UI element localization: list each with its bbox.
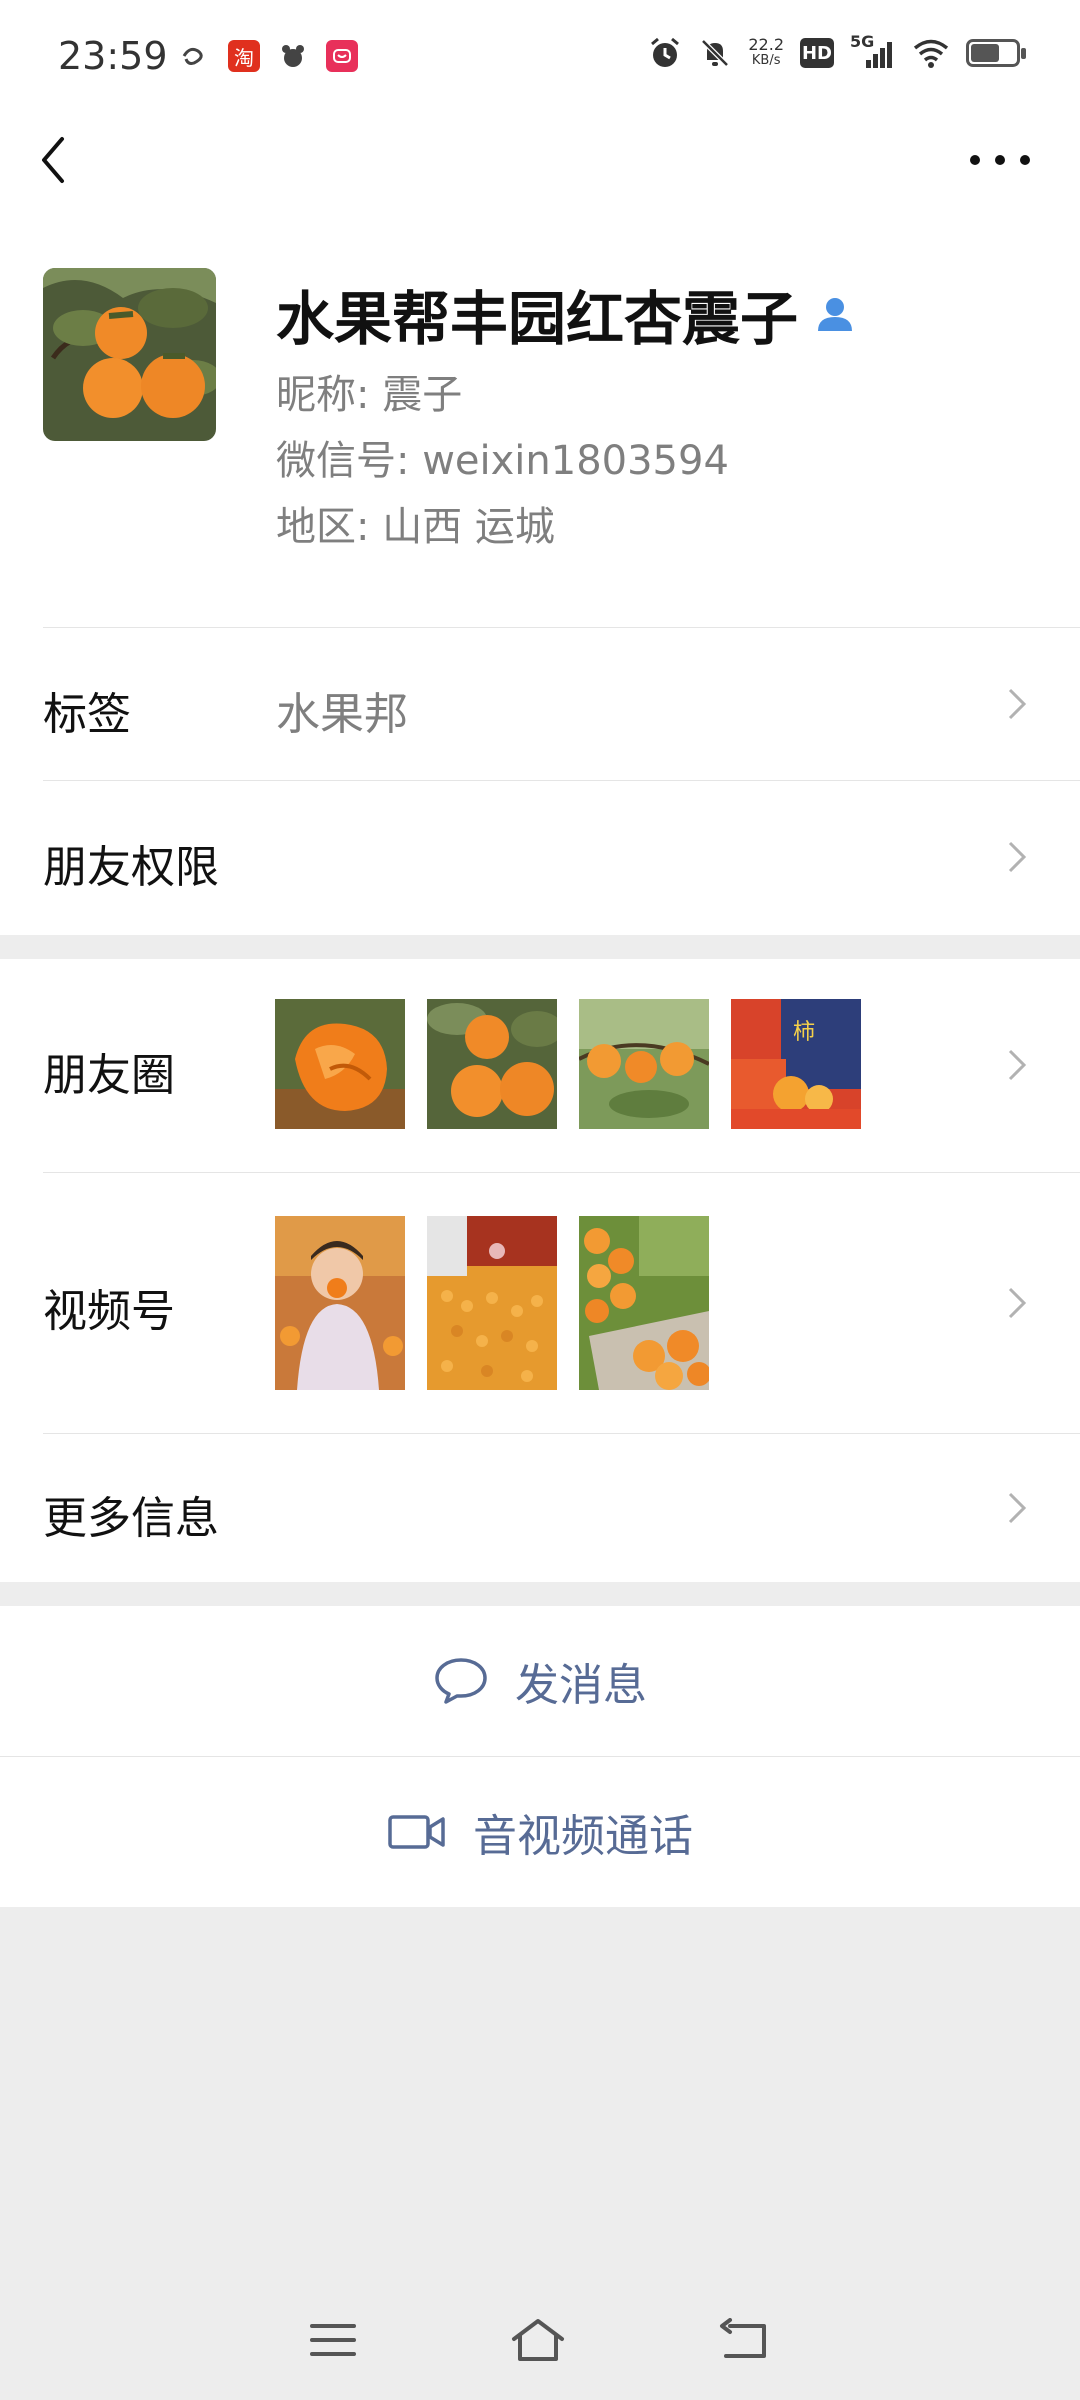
channel-video-thumbnail <box>427 1216 557 1390</box>
system-navigation-bar <box>0 2280 1080 2400</box>
verified-person-icon <box>818 298 853 331</box>
moments-label: 朋友圈 <box>43 1050 175 1101</box>
chevron-right-icon <box>1008 1287 1027 1319</box>
region: 地区: 山西 运城 <box>276 504 555 550</box>
moments-thumbnails: 柿 <box>275 999 861 1129</box>
friend-permissions-row[interactable]: 朋友权限 <box>0 781 1080 933</box>
shopping-app-icon <box>326 40 358 72</box>
svg-text:柿: 柿 <box>793 1020 815 1045</box>
send-message-button[interactable]: 发消息 <box>0 1606 1080 1756</box>
mute-bell-icon <box>701 39 730 67</box>
more-options-icon[interactable] <box>970 140 1030 180</box>
dot <box>970 155 980 165</box>
send-message-label: 发消息 <box>515 1660 647 1711</box>
swirl-app-icon <box>182 47 203 65</box>
tags-value: 水果邦 <box>276 689 408 740</box>
tags-row[interactable]: 标签 水果邦 <box>0 628 1080 780</box>
notification-icons: 淘 <box>180 40 358 72</box>
moments-photo: 柿 <box>731 999 861 1129</box>
more-info-label: 更多信息 <box>43 1493 219 1544</box>
status-time: 23:59 <box>58 34 168 78</box>
friend-permissions-label: 朋友权限 <box>43 842 219 893</box>
dot <box>995 155 1005 165</box>
persimmon-tree-image <box>43 268 216 441</box>
hd-badge: HD <box>800 38 834 68</box>
chevron-right-icon <box>1008 841 1027 873</box>
chat-bubble-icon <box>435 1658 487 1704</box>
tags-label: 标签 <box>43 689 131 740</box>
channel-video-thumbnail <box>579 1216 709 1390</box>
nickname: 昵称: 震子 <box>276 372 463 418</box>
network-speed: 22.2 KB/s <box>748 35 784 69</box>
contact-profile-page: 23:59 淘 22.2 KB/s HD 5G 水果帮丰园红杏震子 昵称: 震子… <box>0 0 1080 2400</box>
video-call-label: 音视频通话 <box>473 1811 693 1862</box>
contact-name: 水果帮丰园红杏震子 <box>276 272 856 356</box>
chevron-right-icon <box>1008 1492 1027 1524</box>
chevron-right-icon <box>1008 1049 1027 1081</box>
channel-video-thumbnail <box>275 1216 405 1390</box>
home-icon[interactable] <box>508 2315 568 2365</box>
dot <box>1020 155 1030 165</box>
system-status-icons: 22.2 KB/s HD 5G <box>648 32 1026 70</box>
menu-icon[interactable] <box>308 2320 358 2360</box>
wechat-id: 微信号: weixin1803594 <box>276 438 729 484</box>
back-nav-icon[interactable] <box>718 2318 772 2362</box>
pet-app-icon <box>282 45 304 67</box>
wifi-icon <box>913 39 949 68</box>
channels-row[interactable]: 视频号 <box>0 1173 1080 1433</box>
video-camera-icon <box>388 1815 445 1849</box>
battery-icon <box>966 39 1026 67</box>
alarm-icon <box>651 37 680 67</box>
cellular-signal: 5G <box>850 32 896 70</box>
video-call-button[interactable]: 音视频通话 <box>0 1757 1080 1907</box>
channels-label: 视频号 <box>43 1286 175 1337</box>
chevron-right-icon <box>1008 688 1027 720</box>
section-separator <box>0 935 1080 959</box>
moments-photo <box>275 999 405 1129</box>
taobao-app-icon: 淘 <box>228 40 260 72</box>
channels-thumbnails <box>275 1216 709 1390</box>
avatar[interactable] <box>43 268 216 441</box>
moments-photo <box>427 999 557 1129</box>
moments-row[interactable]: 朋友圈 柿 <box>0 959 1080 1172</box>
signal-bars-icon <box>866 42 892 68</box>
back-arrow-icon[interactable] <box>30 125 80 195</box>
moments-photo <box>579 999 709 1129</box>
more-info-row[interactable]: 更多信息 <box>0 1434 1080 1582</box>
contact-name-text: 水果帮丰园红杏震子 <box>276 285 799 353</box>
status-bar: 23:59 淘 22.2 KB/s HD 5G <box>0 0 1080 120</box>
